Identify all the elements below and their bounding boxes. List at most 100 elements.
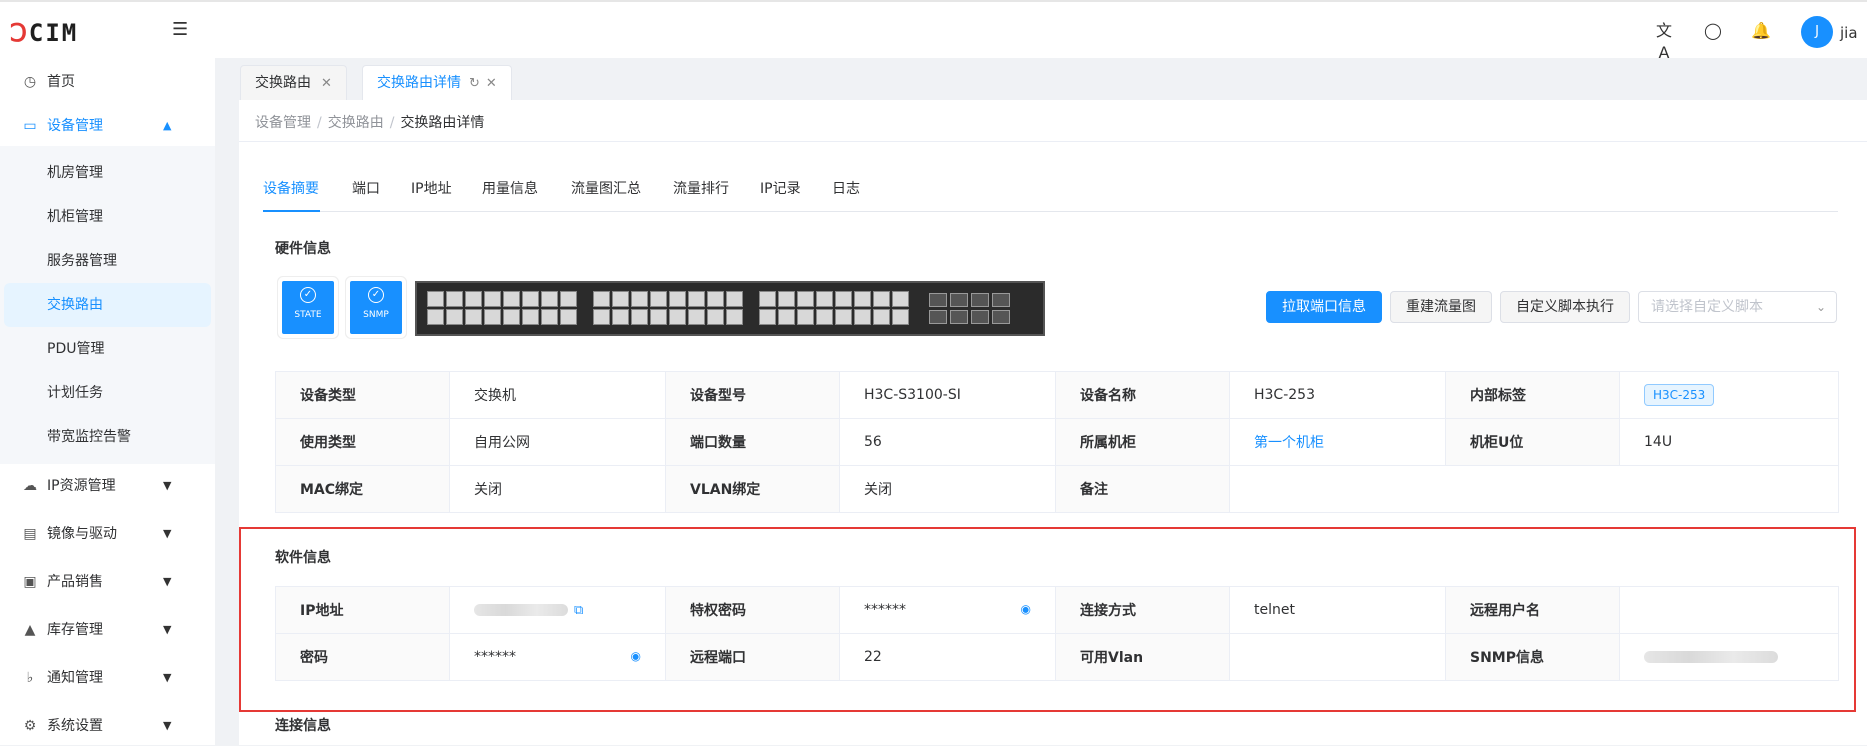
internal-tag-badge: H3C-253 (1644, 384, 1715, 406)
sidebar-item-notifications[interactable]: ♭ 通知管理 ▼ (0, 658, 215, 698)
app-logo[interactable]: ↃCIM (10, 19, 78, 47)
eye-icon[interactable]: ◉ (631, 649, 641, 663)
sidebar-item-product-sales[interactable]: ▣ 产品销售 ▼ (0, 562, 215, 602)
divider (239, 141, 1867, 142)
translate-icon[interactable]: 文A (1653, 20, 1675, 62)
sidebar-item-home[interactable]: ◷ 首页 (0, 62, 215, 102)
custom-script-button[interactable]: 自定义脚本执行 (1500, 291, 1630, 323)
sidebar-sub-item-pdu[interactable]: PDU管理 (0, 327, 215, 371)
snmp-status-tile: ✓ SNMP (350, 281, 402, 334)
table-row: 设备类型 交换机 设备型号 H3C-S3100-SI 设备名称 H3C-253 … (275, 371, 1839, 419)
software-info-table: IP地址 ⧉ 特权密码 ****** ◉ 连接方式 telnet 远程用户名 密码… (275, 586, 1839, 681)
chevron-down-icon: ▼ (163, 575, 172, 588)
table-row: MAC绑定 关闭 VLAN绑定 关闭 备注 (275, 465, 1839, 513)
chevron-down-icon: ▼ (163, 623, 172, 636)
port-count-value: 56 (839, 418, 1056, 466)
close-icon[interactable]: ✕ (321, 76, 332, 91)
sidebar-item-device-management[interactable]: ▭ 设备管理 ▲ (0, 106, 215, 146)
username[interactable]: jia (1840, 24, 1858, 42)
sidebar-sub-item-switch-routing[interactable]: 交换路由 (4, 283, 211, 327)
tab-traffic-summary[interactable]: 流量图汇总 (571, 178, 641, 198)
tab-traffic-ranking[interactable]: 流量排行 (673, 178, 729, 198)
tab-ip-address[interactable]: IP地址 (411, 178, 452, 198)
tab-logs[interactable]: 日志 (832, 178, 860, 198)
gear-icon: ⚙ (23, 718, 37, 734)
snmp-info-redacted (1644, 651, 1778, 663)
port-group (759, 291, 909, 325)
dashboard-icon: ◷ (23, 74, 37, 90)
sidebar-item-system-settings[interactable]: ⚙ 系统设置 ▼ (0, 706, 215, 746)
tab-usage[interactable]: 用量信息 (482, 178, 538, 198)
sidebar-item-ip-resources[interactable]: ☁ IP资源管理 ▼ (0, 466, 215, 506)
sidebar-item-inventory[interactable]: ▲ 库存管理 ▼ (0, 610, 215, 650)
switch-front-panel (415, 281, 1045, 336)
rebuild-traffic-graph-button[interactable]: 重建流量图 (1390, 291, 1492, 323)
cabinet-link[interactable]: 第一个机柜 (1254, 435, 1324, 451)
close-icon[interactable]: ✕ (486, 76, 497, 91)
chevron-down-icon: ▼ (163, 671, 172, 684)
breadcrumb-item[interactable]: 设备管理 (255, 115, 311, 131)
sidebar-sub-item-machine-room[interactable]: 机房管理 (0, 151, 215, 195)
available-vlan-value (1229, 633, 1446, 681)
tab-ip-records[interactable]: IP记录 (760, 178, 801, 198)
breadcrumb: 设备管理 / 交换路由 / 交换路由详情 (255, 115, 485, 131)
chevron-down-icon: ▼ (163, 719, 172, 732)
top-bar: ↃCIM ☰ 文A ◯ 🔔 J jia (0, 0, 1867, 62)
port-group (593, 291, 743, 325)
state-status-tile: ✓ STATE (282, 281, 334, 334)
device-model-value: H3C-S3100-SI (839, 371, 1056, 419)
pull-port-info-button[interactable]: 拉取端口信息 (1266, 291, 1382, 323)
collapse-menu-icon[interactable]: ☰ (172, 20, 192, 40)
eye-icon[interactable]: ◉ (1021, 602, 1031, 616)
palette-icon[interactable]: ◯ (1702, 20, 1724, 42)
bank-icon: ▲ (24, 622, 36, 638)
check-icon: ✓ (368, 287, 384, 303)
active-tab-indicator (263, 210, 320, 212)
monitor-icon: ▭ (23, 118, 37, 134)
sidebar-item-images-drivers[interactable]: ▤ 镜像与驱动 ▼ (0, 514, 215, 554)
device-name-value: H3C-253 (1229, 371, 1446, 419)
custom-script-select[interactable]: 请选择自定义脚本 ⌄ (1638, 291, 1837, 323)
cabinet-u-value: 14U (1619, 418, 1839, 466)
table-row: 使用类型 自用公网 端口数量 56 所属机柜 第一个机柜 机柜U位 14U (275, 418, 1839, 466)
sfp-port-group (929, 293, 1010, 324)
page-tab-switch-routing-detail[interactable]: 交换路由详情 ↻ ✕ (362, 65, 512, 100)
chevron-down-icon: ▼ (163, 479, 172, 492)
sidebar-sub-item-cabinet[interactable]: 机柜管理 (0, 195, 215, 239)
sidebar-sub-item-bandwidth-alert[interactable]: 带宽监控告警 (0, 415, 215, 459)
copy-icon[interactable]: ⧉ (574, 603, 583, 618)
software-section-title: 软件信息 (275, 550, 331, 566)
avatar[interactable]: J (1801, 16, 1833, 48)
mac-binding-value: 关闭 (449, 465, 666, 513)
remote-port-value: 22 (839, 633, 1056, 681)
chevron-down-icon: ⌄ (1815, 300, 1826, 314)
refresh-icon[interactable]: ↻ (469, 76, 480, 91)
divider (263, 211, 1838, 212)
password-value: ****** (474, 649, 516, 665)
breadcrumb-item[interactable]: 交换路由 (328, 115, 384, 131)
privileged-password-value: ****** (864, 602, 906, 618)
remarks-value (1229, 465, 1839, 513)
hardware-section-title: 硬件信息 (275, 241, 331, 257)
page-tab-switch-routing[interactable]: 交换路由 ✕ (240, 65, 347, 100)
sidebar: ◷ 首页 ▭ 设备管理 ▲ 机房管理 机柜管理 服务器管理 交换路由 PDU管理… (0, 58, 215, 745)
page-tabs-bar: 交换路由 ✕ 交换路由详情 ↻ ✕ (215, 58, 1867, 100)
tab-ports[interactable]: 端口 (352, 178, 380, 198)
sidebar-sub-item-server[interactable]: 服务器管理 (0, 239, 215, 283)
check-icon: ✓ (300, 287, 316, 303)
port-group (427, 291, 577, 325)
breadcrumb-current: 交换路由详情 (400, 115, 485, 131)
device-type-value: 交换机 (449, 371, 666, 419)
usage-type-value: 自用公网 (449, 418, 666, 466)
hardware-info-table: 设备类型 交换机 设备型号 H3C-S3100-SI 设备名称 H3C-253 … (275, 371, 1839, 513)
table-row: 密码 ****** ◉ 远程端口 22 可用Vlan SNMP信息 (275, 633, 1839, 681)
bell-icon[interactable]: 🔔 (1750, 20, 1772, 42)
file-icon: ▤ (23, 526, 37, 542)
cloud-icon: ☁ (23, 478, 37, 494)
table-row: IP地址 ⧉ 特权密码 ****** ◉ 连接方式 telnet 远程用户名 (275, 586, 1839, 634)
chevron-down-icon: ▼ (163, 527, 172, 540)
sidebar-sub-item-scheduled-tasks[interactable]: 计划任务 (0, 371, 215, 415)
tab-device-summary[interactable]: 设备摘要 (263, 178, 319, 198)
remote-username-value (1619, 586, 1839, 634)
vlan-binding-value: 关闭 (839, 465, 1056, 513)
